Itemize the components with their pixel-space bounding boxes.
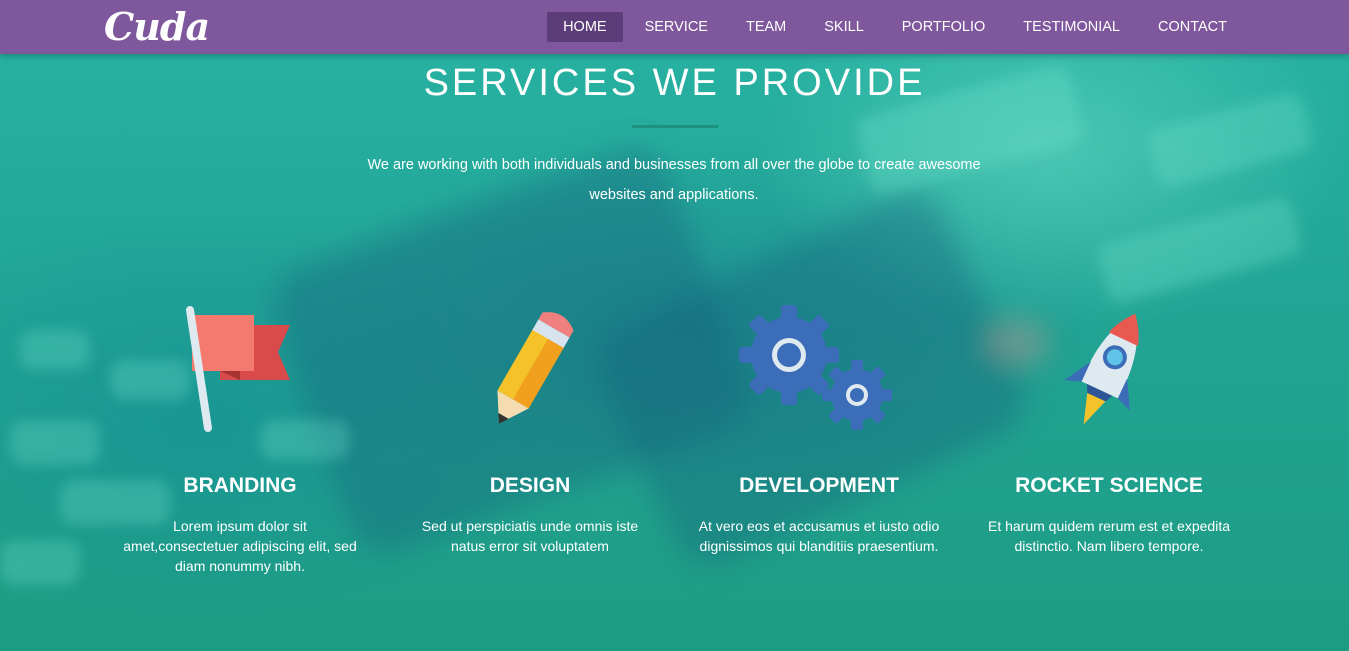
service-title: BRANDING bbox=[183, 474, 297, 497]
service-title: DESIGN bbox=[489, 474, 571, 497]
services-section: SERVICES WE PROVIDE We are working with … bbox=[0, 0, 1349, 651]
nav-item-portfolio[interactable]: PORTFOLIO bbox=[886, 12, 1002, 42]
rocket-icon bbox=[974, 300, 1244, 440]
service-text: Lorem ipsum dolor sit amet,consectetuer … bbox=[123, 518, 357, 574]
top-navbar: Cuda HOME SERVICE TEAM SKILL PORTFOLIO T… bbox=[0, 0, 1349, 54]
nav-item-testimonial[interactable]: TESTIMONIAL bbox=[1007, 12, 1136, 42]
gears-icon bbox=[684, 300, 954, 440]
brand-logo[interactable]: Cuda bbox=[104, 4, 210, 49]
nav-item-skill[interactable]: SKILL bbox=[808, 12, 880, 42]
section-subtitle: We are working with both individuals and… bbox=[367, 157, 981, 203]
nav-item-home[interactable]: HOME bbox=[547, 12, 623, 42]
service-text: At vero eos et accusamus et iusto odio d… bbox=[698, 518, 940, 554]
section-title: SERVICES WE PROVIDE bbox=[423, 62, 926, 104]
service-text: Et harum quidem rerum est et expedita di… bbox=[987, 518, 1230, 554]
service-branding: BRANDING Lorem ipsum dolor sit amet,cons… bbox=[105, 300, 375, 576]
service-text: Sed ut perspiciatis unde omnis iste natu… bbox=[421, 518, 639, 554]
service-rocket-science: ROCKET SCIENCE Et harum quidem rerum est… bbox=[974, 300, 1244, 556]
service-title: DEVELOPMENT bbox=[739, 474, 899, 497]
title-divider bbox=[632, 125, 718, 128]
service-development: DEVELOPMENT At vero eos et accusamus et … bbox=[684, 300, 954, 556]
service-design: DESIGN Sed ut perspiciatis unde omnis is… bbox=[395, 300, 665, 556]
nav-item-contact[interactable]: CONTACT bbox=[1142, 12, 1243, 42]
service-title: ROCKET SCIENCE bbox=[1015, 474, 1203, 497]
nav-item-team[interactable]: TEAM bbox=[730, 12, 802, 42]
nav-item-service[interactable]: SERVICE bbox=[629, 12, 724, 42]
pencil-icon bbox=[395, 300, 665, 440]
flag-icon bbox=[105, 300, 375, 440]
main-nav: HOME SERVICE TEAM SKILL PORTFOLIO TESTIM… bbox=[541, 12, 1243, 42]
